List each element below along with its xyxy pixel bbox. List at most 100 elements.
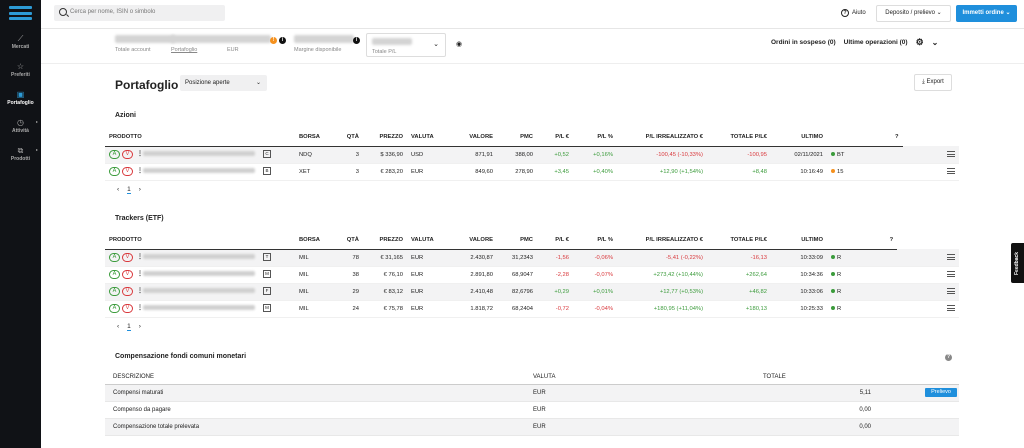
column-header[interactable]: ULTIMO <box>771 129 827 147</box>
export-button[interactable]: ⤓ Export <box>914 74 952 91</box>
eye-toggle-icon[interactable]: ◉ <box>456 40 462 48</box>
sidebar-item-attivita[interactable]: ◷ Attività ▸ <box>0 118 41 134</box>
portfolio-link[interactable]: Portafoglio <box>171 47 197 53</box>
product-name[interactable] <box>143 288 255 294</box>
column-header[interactable]: VALUTA <box>407 232 447 250</box>
current-page[interactable]: 1 <box>127 186 131 194</box>
next-page-button[interactable]: › <box>139 323 141 331</box>
table-row[interactable]: A V ⋮ B XET 3 € 283,20 EUR 849,60 278,90 +3,45 +0,4… <box>105 163 959 181</box>
prev-page-button[interactable]: ‹ <box>117 186 119 194</box>
sidebar-item-portafoglio[interactable]: ▣ Portafoglio <box>0 90 41 106</box>
sell-button[interactable]: V <box>122 167 133 177</box>
prev-page-button[interactable]: ‹ <box>117 323 119 331</box>
cell-currency: EUR <box>525 384 755 402</box>
buy-button[interactable]: A <box>109 167 120 177</box>
help-icon[interactable]: ? <box>827 232 898 250</box>
product-name[interactable] <box>143 305 255 311</box>
column-header[interactable]: P/L % <box>573 129 617 147</box>
column-header[interactable]: PRODOTTO <box>105 232 295 250</box>
column-header[interactable]: P/L € <box>537 129 573 147</box>
column-header[interactable]: QTÀ <box>335 232 363 250</box>
sidebar-item-mercati[interactable]: ⟋ Mercati <box>0 34 41 50</box>
last-operations-link[interactable]: Ultime operazioni (0) <box>844 39 908 46</box>
buy-button[interactable]: A <box>109 287 120 297</box>
warning-icon[interactable]: ! <box>270 37 277 44</box>
column-header[interactable]: PREZZO <box>363 129 407 147</box>
kebab-menu-icon[interactable]: ⋮ <box>137 288 143 294</box>
help-icon[interactable]: ? <box>945 354 952 361</box>
stocks-table: PRODOTTO BORSA QTÀ PREZZO VALUTA VALORE PMC P/L… <box>105 129 959 181</box>
sidebar-item-prodotti[interactable]: ⧉ Prodotti ▸ <box>0 146 41 162</box>
next-page-button[interactable]: › <box>139 186 141 194</box>
table-row[interactable]: A V ⋮ C NDQ 3 $ 336,90 USD 871,91 388,00 +0,52 +0,1… <box>105 146 959 164</box>
kebab-menu-icon[interactable]: ⋮ <box>137 305 143 311</box>
current-page[interactable]: 1 <box>127 323 131 331</box>
kebab-menu-icon[interactable]: ⋮ <box>137 168 143 174</box>
place-order-button[interactable]: Immetti ordine ⌄ <box>956 5 1017 22</box>
list-menu-icon[interactable] <box>947 288 955 295</box>
sell-button[interactable]: V <box>122 270 133 280</box>
column-header[interactable]: QTÀ <box>335 129 363 147</box>
column-header[interactable]: VALORE <box>447 129 497 147</box>
column-header[interactable]: P/L € <box>537 232 573 250</box>
total-pl-dropdown[interactable]: Totale P/L ⌄ <box>366 33 446 57</box>
kebab-menu-icon[interactable]: ⋮ <box>137 254 143 260</box>
product-name[interactable] <box>143 271 255 277</box>
list-menu-icon[interactable] <box>947 271 955 278</box>
column-header[interactable]: VALUTA <box>407 129 447 147</box>
account-summary: Totale account Portafoglio EUR ! i Margi… <box>41 29 1024 64</box>
buy-button[interactable]: A <box>109 270 120 280</box>
table-row[interactable]: A V ⋮ T MIL 78 € 31,165 EUR 2.430,87 31,2343 -1,56… <box>105 249 959 267</box>
sell-button[interactable]: V <box>122 287 133 297</box>
pending-orders-link[interactable]: Ordini in sospeso (0) <box>771 39 836 46</box>
column-header[interactable]: BORSA <box>295 129 335 147</box>
list-menu-icon[interactable] <box>947 253 955 260</box>
column-header[interactable]: TOTALE P/L€ <box>707 129 771 147</box>
kebab-menu-icon[interactable]: ⋮ <box>137 151 143 157</box>
kebab-menu-icon[interactable]: ⋮ <box>137 271 143 277</box>
prelievo-button[interactable]: Prelievo <box>925 388 957 397</box>
sell-button[interactable]: V <box>122 150 133 160</box>
column-header[interactable]: PMC <box>497 129 537 147</box>
info-icon[interactable]: i <box>279 37 286 44</box>
column-header[interactable]: P/L IRREALIZZATO € <box>617 232 707 250</box>
buy-button[interactable]: A <box>109 150 120 160</box>
buy-button[interactable]: A <box>109 253 120 263</box>
info-icon[interactable]: i <box>353 37 360 44</box>
table-row[interactable]: A V ⋮ M MIL 24 € 75,78 EUR 1.818,72 68,2404 -0,72-… <box>105 300 959 318</box>
brand-logo[interactable] <box>9 6 32 20</box>
cell-pmc: 82,6796 <box>497 283 537 301</box>
sell-button[interactable]: V <box>122 304 133 314</box>
header-row: PRODOTTO BORSA QTÀ PREZZO VALUTA VALORE PMC P/L… <box>105 129 959 147</box>
column-header[interactable]: P/L % <box>573 232 617 250</box>
help-link[interactable]: ? Aiuto <box>841 9 866 17</box>
product-name[interactable] <box>143 168 255 174</box>
chevron-down-icon[interactable]: ⌄ <box>932 38 939 47</box>
column-header[interactable]: PRODOTTO <box>105 129 295 147</box>
column-header[interactable]: ULTIMO <box>771 232 827 250</box>
product-name[interactable] <box>143 151 255 157</box>
column-header[interactable]: VALORE <box>447 232 497 250</box>
sidebar-item-preferiti[interactable]: ☆ Preferiti <box>0 62 41 78</box>
column-header[interactable]: TOTALE P/L€ <box>707 232 771 250</box>
table-row[interactable]: A V ⋮ M MIL 38 € 76,10 EUR 2.891,80 68,9047 -2,28-… <box>105 266 959 284</box>
caret-right-icon: ▸ <box>35 119 38 124</box>
deposit-button[interactable]: Deposito / prelievo ⌄ <box>876 5 951 22</box>
table-row[interactable]: A V ⋮ F MIL 29 € 83,12 EUR 2.410,48 82,6796 +0,29 +… <box>105 283 959 301</box>
position-select[interactable]: Posizione aperte ⌄ <box>180 75 267 91</box>
list-menu-icon[interactable] <box>947 150 955 157</box>
buy-button[interactable]: A <box>109 304 120 314</box>
product-name[interactable] <box>143 254 255 260</box>
column-header[interactable]: PREZZO <box>363 232 407 250</box>
feedback-tab[interactable]: Feedback <box>1011 243 1024 283</box>
column-header[interactable]: PMC <box>497 232 537 250</box>
help-icon[interactable]: ? <box>827 129 903 147</box>
sell-button[interactable]: V <box>122 253 133 263</box>
column-header[interactable]: BORSA <box>295 232 335 250</box>
list-menu-icon[interactable] <box>947 168 955 175</box>
gear-icon[interactable]: ⚙ <box>916 37 924 48</box>
search-input[interactable]: Cerca per nome, ISIN o simbolo <box>54 5 225 21</box>
cell-plp: -0,07% <box>573 266 617 284</box>
list-menu-icon[interactable] <box>947 305 955 312</box>
column-header[interactable]: P/L IRREALIZZATO € <box>617 129 707 147</box>
